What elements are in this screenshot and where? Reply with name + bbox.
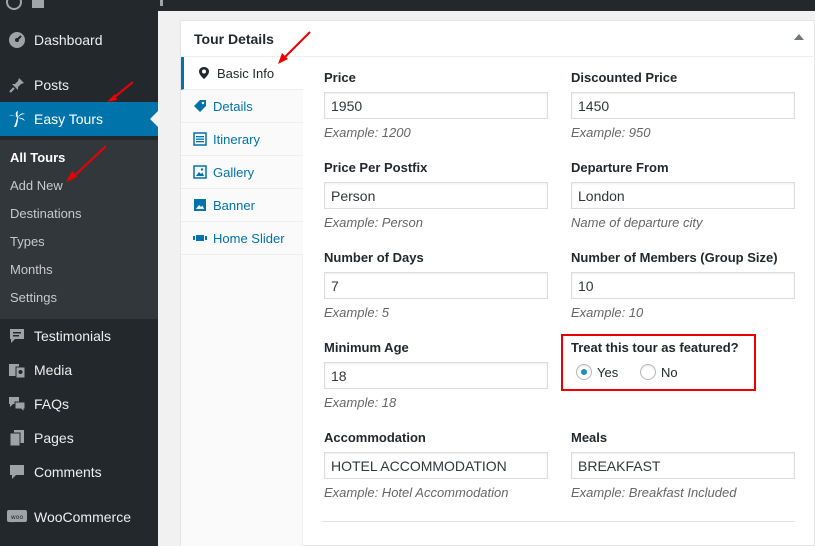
- price-postfix-label: Price Per Postfix: [324, 160, 428, 175]
- palm-tree-icon: [0, 110, 34, 128]
- submenu-months[interactable]: Months: [10, 262, 53, 277]
- slider-icon: [193, 231, 207, 245]
- discounted-price-label: Discounted Price: [571, 70, 678, 85]
- price-input[interactable]: [324, 92, 548, 119]
- submenu-types[interactable]: Types: [10, 234, 45, 249]
- discounted-price-hint: Example: 950: [571, 125, 651, 140]
- menu-item-woocommerce[interactable]: woo WooCommerce: [0, 500, 158, 534]
- number-of-days-input[interactable]: [324, 272, 548, 299]
- meals-input[interactable]: [571, 452, 795, 479]
- menu-label: Media: [34, 362, 73, 378]
- tab-label: Details: [213, 98, 253, 114]
- menu-label: Testimonials: [34, 328, 112, 344]
- tab-details[interactable]: Details: [181, 90, 303, 123]
- site-home-icon[interactable]: [32, 0, 44, 8]
- tab-gallery[interactable]: Gallery: [181, 156, 303, 189]
- menu-item-comments[interactable]: Comments: [0, 455, 158, 489]
- submenu-settings[interactable]: Settings: [10, 290, 57, 305]
- submenu-add-new[interactable]: Add New: [10, 178, 63, 193]
- accommodation-label: Accommodation: [324, 430, 426, 445]
- featured-no-label[interactable]: No: [661, 365, 678, 380]
- media-icon: [0, 361, 34, 379]
- tab-label: Basic Info: [217, 65, 275, 81]
- gallery-icon: [193, 165, 207, 179]
- number-of-days-hint: Example: 5: [324, 305, 390, 320]
- menu-item-dashboard[interactable]: Dashboard: [0, 23, 158, 57]
- menu-item-faqs[interactable]: FAQs: [0, 387, 158, 421]
- admin-bar: [0, 0, 815, 11]
- price-hint: Example: 1200: [324, 125, 411, 140]
- accommodation-input[interactable]: [324, 452, 548, 479]
- faq-icon: [0, 395, 34, 413]
- meals-label: Meals: [571, 430, 608, 445]
- featured-no-radio[interactable]: [640, 364, 656, 380]
- collapse-toggle-icon[interactable]: [794, 34, 804, 40]
- featured-yes-label[interactable]: Yes: [597, 365, 618, 380]
- menu-label: Posts: [34, 77, 70, 93]
- list-icon: [193, 132, 207, 146]
- metabox-header[interactable]: Tour Details: [181, 21, 815, 57]
- menu-item-media[interactable]: Media: [0, 353, 158, 387]
- accommodation-hint: Example: Hotel Accommodation: [324, 485, 509, 500]
- tab-itinerary[interactable]: Itinerary: [181, 123, 303, 156]
- easy-tours-submenu: All Tours Add New Destinations Types Mon…: [0, 140, 158, 319]
- admin-bar-item[interactable]: [160, 0, 163, 6]
- section-divider: [322, 521, 795, 522]
- menu-item-testimonials[interactable]: Testimonials: [0, 319, 158, 353]
- metabox-title: Tour Details: [194, 31, 274, 47]
- price-postfix-hint: Example: Person: [324, 215, 423, 230]
- menu-label: Pages: [34, 430, 74, 446]
- woocommerce-icon: woo: [0, 509, 34, 525]
- location-pin-icon: [197, 66, 211, 80]
- menu-item-easy-tours[interactable]: Easy Tours: [0, 102, 158, 136]
- menu-label: Easy Tours: [34, 111, 103, 127]
- tab-label: Home Slider: [213, 230, 285, 246]
- tab-label: Gallery: [213, 164, 255, 180]
- minimum-age-label: Minimum Age: [324, 340, 409, 355]
- number-of-members-label: Number of Members (Group Size): [571, 250, 778, 265]
- tab-basic-info[interactable]: Basic Info: [181, 57, 304, 90]
- menu-label: Dashboard: [34, 32, 103, 48]
- number-of-members-hint: Example: 10: [571, 305, 644, 320]
- menu-label: FAQs: [34, 396, 70, 412]
- featured-label: Treat this tour as featured?: [571, 340, 739, 355]
- featured-yes-radio[interactable]: [576, 364, 592, 380]
- svg-text:woo: woo: [11, 514, 24, 521]
- menu-item-pages[interactable]: Pages: [0, 421, 158, 455]
- testimonial-icon: [0, 327, 34, 345]
- admin-sidebar: Dashboard Posts Easy Tours All Tours Add…: [0, 11, 158, 546]
- submenu-all-tours[interactable]: All Tours: [10, 150, 65, 165]
- comments-icon: [0, 463, 34, 481]
- tab-label: Itinerary: [213, 131, 260, 147]
- number-of-members-input[interactable]: [571, 272, 795, 299]
- tag-icon: [193, 99, 207, 113]
- departure-from-label: Departure From: [571, 160, 669, 175]
- minimum-age-input[interactable]: [324, 362, 548, 389]
- menu-label: WooCommerce: [34, 509, 131, 525]
- departure-from-hint: Name of departure city: [571, 215, 703, 230]
- minimum-age-hint: Example: 18: [324, 395, 397, 410]
- meals-hint: Example: Breakfast Included: [571, 485, 737, 500]
- departure-from-input[interactable]: [571, 182, 795, 209]
- discounted-price-input[interactable]: [571, 92, 795, 119]
- tab-label: Banner: [213, 197, 255, 213]
- pin-icon: [0, 76, 34, 94]
- pages-icon: [0, 429, 34, 447]
- dashboard-icon: [0, 31, 34, 49]
- price-label: Price: [324, 70, 356, 85]
- tab-banner[interactable]: Banner: [181, 189, 303, 222]
- price-postfix-input[interactable]: [324, 182, 548, 209]
- metabox-tabs: Basic Info Details Itinerary Gallery Ban…: [181, 57, 304, 546]
- submenu-destinations[interactable]: Destinations: [10, 206, 82, 221]
- menu-item-posts[interactable]: Posts: [0, 68, 158, 102]
- menu-label: Comments: [34, 464, 102, 480]
- tab-home-slider[interactable]: Home Slider: [181, 222, 303, 255]
- wordpress-logo-icon[interactable]: [6, 0, 22, 10]
- number-of-days-label: Number of Days: [324, 250, 424, 265]
- image-icon: [193, 198, 207, 212]
